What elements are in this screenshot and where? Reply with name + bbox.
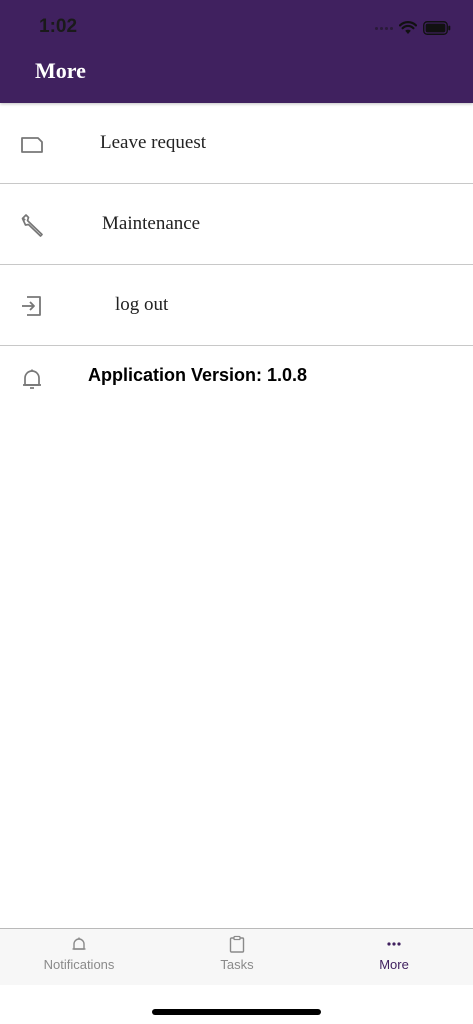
menu-item-label: Maintenance	[102, 213, 201, 234]
menu-item-label: log out	[115, 294, 169, 315]
cellular-signal-icon	[375, 26, 393, 30]
more-dots-icon	[387, 942, 401, 946]
app-version-label: Application Version: 1.0.8	[88, 365, 308, 385]
tab-notifications[interactable]: Notifications	[0, 929, 158, 986]
status-time: 1:02	[39, 16, 78, 37]
battery-icon	[423, 21, 451, 35]
document-icon	[21, 137, 43, 153]
menu-item-label: Leave request	[100, 132, 207, 153]
clipboard-icon	[229, 935, 245, 953]
app-header: 1:02 More	[0, 0, 473, 103]
tab-label: More	[379, 957, 409, 972]
bottom-tab-bar: Notifications Tasks More	[0, 928, 473, 985]
wifi-icon	[399, 21, 417, 34]
wrench-icon	[21, 214, 43, 237]
bell-icon	[72, 937, 86, 950]
more-menu: Leave request Maintenance log out Applic…	[0, 103, 473, 406]
home-indicator[interactable]	[152, 1009, 321, 1015]
logout-icon	[22, 296, 41, 316]
page-title: More	[35, 58, 86, 83]
tab-more[interactable]: More	[315, 929, 473, 986]
tab-label: Tasks	[220, 957, 254, 972]
status-indicators	[375, 19, 451, 37]
app-version-row: Application Version: 1.0.8	[0, 346, 473, 406]
menu-item-log-out[interactable]: log out	[0, 265, 473, 346]
bell-icon	[23, 369, 41, 389]
tab-label: Notifications	[43, 957, 115, 972]
menu-item-maintenance[interactable]: Maintenance	[0, 184, 473, 265]
menu-item-leave-request[interactable]: Leave request	[0, 103, 473, 184]
tab-tasks[interactable]: Tasks	[158, 929, 316, 986]
